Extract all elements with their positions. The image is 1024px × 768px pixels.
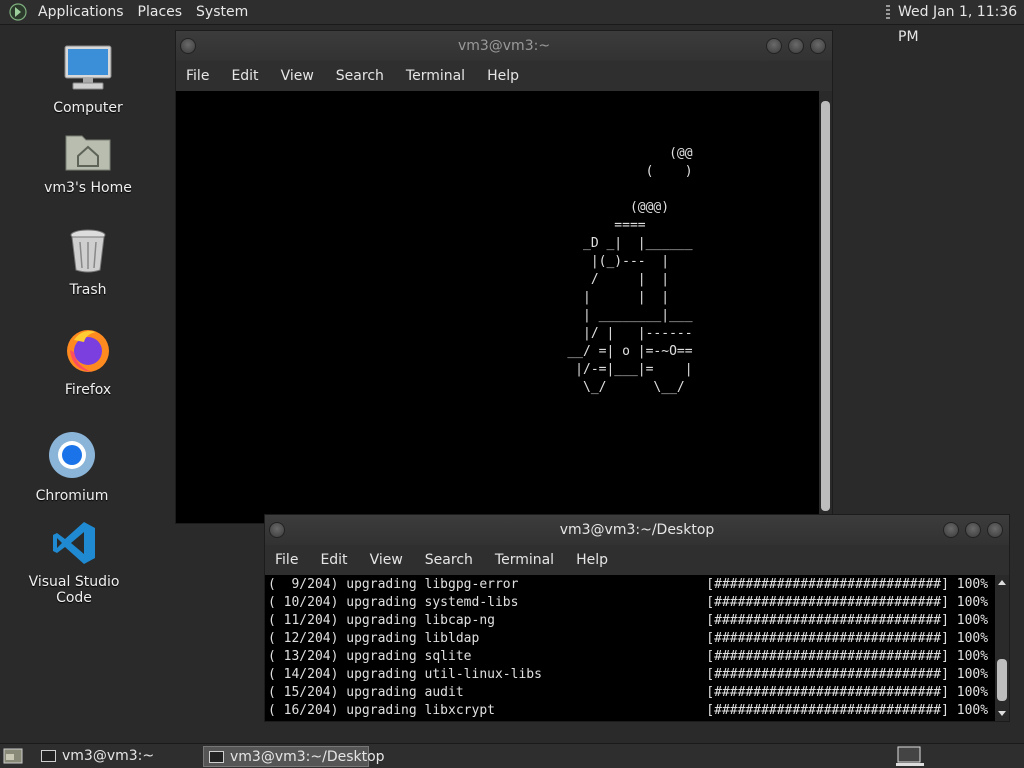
terminal-icon bbox=[41, 750, 56, 762]
menu-search[interactable]: Search bbox=[326, 68, 396, 84]
apps-logo-icon[interactable] bbox=[9, 3, 27, 21]
menu-file[interactable]: File bbox=[265, 552, 310, 568]
minimize-button[interactable] bbox=[766, 38, 782, 54]
clock[interactable]: Wed Jan 1, 11:36 PM bbox=[898, 0, 1024, 45]
vscode-icon bbox=[53, 522, 95, 564]
trash-icon bbox=[70, 229, 106, 273]
desktop-icon-computer[interactable]: Computer bbox=[28, 44, 148, 116]
terminal-output[interactable]: ( 9/204) upgrading libgpg-error [#######… bbox=[265, 575, 995, 721]
menubar: File Edit View Search Terminal Help bbox=[265, 545, 1009, 575]
menu-terminal[interactable]: Terminal bbox=[396, 68, 477, 84]
terminal-window-home[interactable]: vm3@vm3:~ File Edit View Search Terminal… bbox=[175, 30, 833, 524]
desktop-icon-label: Computer bbox=[53, 100, 123, 116]
scrollbar[interactable] bbox=[995, 575, 1009, 721]
menu-search[interactable]: Search bbox=[415, 552, 485, 568]
taskbar-label: vm3@vm3:~/Desktop bbox=[230, 749, 385, 765]
firefox-icon bbox=[67, 330, 109, 372]
menu-terminal[interactable]: Terminal bbox=[485, 552, 566, 568]
terminal-text: ( 9/204) upgrading libgpg-error [#######… bbox=[268, 577, 989, 718]
desktop-icon-label: Trash bbox=[69, 282, 107, 298]
maximize-button[interactable] bbox=[965, 522, 981, 538]
window-titlebar[interactable]: vm3@vm3:~/Desktop bbox=[265, 515, 1009, 545]
desktop-icon-label: Visual Studio Code bbox=[28, 574, 120, 606]
scroll-down-icon[interactable] bbox=[995, 709, 1009, 719]
menu-view[interactable]: View bbox=[271, 68, 326, 84]
scroll-up-icon[interactable] bbox=[995, 577, 1009, 587]
scrollbar-thumb[interactable] bbox=[821, 101, 830, 511]
menu-edit[interactable]: Edit bbox=[310, 552, 359, 568]
menu-places[interactable]: Places bbox=[131, 4, 190, 20]
show-desktop-icon[interactable] bbox=[3, 748, 23, 764]
desktop-icon-label: Firefox bbox=[64, 382, 112, 398]
minimize-button[interactable] bbox=[943, 522, 959, 538]
top-panel: Applications Places System Wed Jan 1, 11… bbox=[0, 0, 1024, 45]
menu-applications[interactable]: Applications bbox=[31, 4, 131, 20]
desktop-icon-chromium[interactable]: Chromium bbox=[12, 430, 132, 504]
menu-system[interactable]: System bbox=[189, 4, 255, 20]
chromium-icon bbox=[49, 432, 95, 478]
close-button[interactable] bbox=[987, 522, 1003, 538]
terminal-text: (@@ ( ) (@@@) ==== _D _| |______ |(_)---… bbox=[567, 146, 693, 395]
panel-grip[interactable] bbox=[886, 5, 890, 20]
window-titlebar[interactable]: vm3@vm3:~ bbox=[176, 31, 832, 61]
workspace-switcher-icon[interactable] bbox=[896, 746, 924, 767]
desktop-icon-vscode[interactable]: Visual Studio Code bbox=[14, 520, 134, 606]
menu-help[interactable]: Help bbox=[477, 68, 531, 84]
maximize-button[interactable] bbox=[788, 38, 804, 54]
computer-icon bbox=[64, 45, 112, 90]
home-folder-icon bbox=[65, 135, 111, 171]
desktop-icon-trash[interactable]: Trash bbox=[28, 228, 148, 298]
taskbar-item-desktop[interactable]: vm3@vm3:~/Desktop bbox=[203, 746, 385, 767]
desktop-icon-label: Chromium bbox=[35, 488, 109, 504]
menu-view[interactable]: View bbox=[360, 552, 415, 568]
taskbar-label: vm3@vm3:~ bbox=[62, 748, 155, 764]
scrollbar[interactable] bbox=[819, 91, 832, 523]
terminal-icon bbox=[209, 751, 224, 763]
desktop-icon-home[interactable]: vm3's Home bbox=[28, 128, 148, 196]
window-title: vm3@vm3:~ bbox=[457, 38, 551, 54]
menu-file[interactable]: File bbox=[176, 68, 221, 84]
close-button[interactable] bbox=[810, 38, 826, 54]
scrollbar-thumb[interactable] bbox=[997, 659, 1007, 701]
menu-edit[interactable]: Edit bbox=[221, 68, 270, 84]
window-title: vm3@vm3:~/Desktop bbox=[559, 522, 715, 538]
terminal-window-desktop[interactable]: vm3@vm3:~/Desktop File Edit View Search … bbox=[264, 514, 1010, 722]
terminal-output[interactable]: (@@ ( ) (@@@) ==== _D _| |______ |(_)---… bbox=[176, 91, 819, 523]
desktop-icon-label: vm3's Home bbox=[44, 180, 132, 196]
taskbar-item-home[interactable]: vm3@vm3:~ bbox=[36, 746, 196, 767]
desktop-icon-firefox[interactable]: Firefox bbox=[28, 326, 148, 398]
menubar: File Edit View Search Terminal Help bbox=[176, 61, 832, 91]
bottom-panel: vm3@vm3:~ vm3@vm3:~/Desktop bbox=[0, 743, 1024, 768]
menu-help[interactable]: Help bbox=[566, 552, 620, 568]
